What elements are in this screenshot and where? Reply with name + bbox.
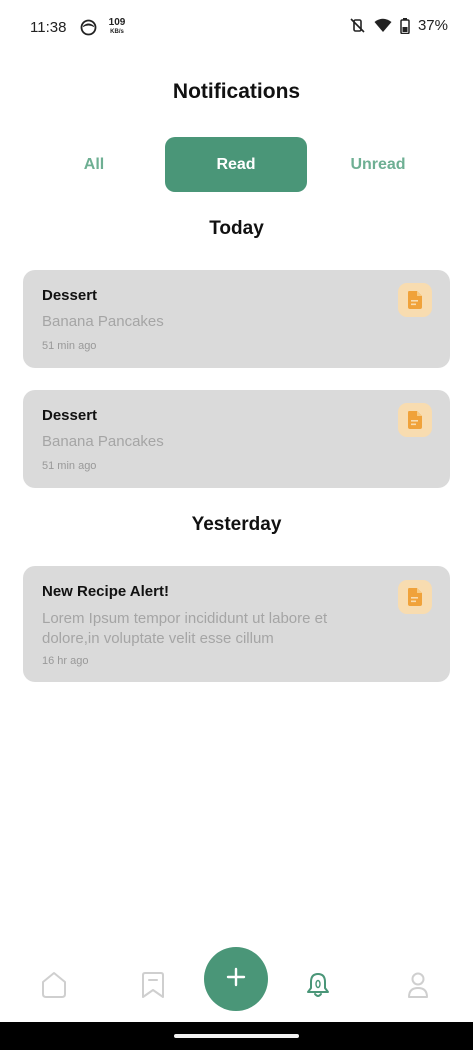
tab-read[interactable]: Read <box>165 137 307 192</box>
status-bar: 11:38 109 KB/s 37% <box>0 0 473 56</box>
add-icon <box>226 967 246 992</box>
notification-title: Dessert <box>42 287 98 304</box>
system-navigation-bar <box>0 1022 473 1050</box>
bottom-nav <box>0 940 473 1020</box>
notification-body: Banana Pancakes <box>42 433 164 450</box>
notification-title: New Recipe Alert! <box>42 583 169 600</box>
notification-time: 16 hr ago <box>42 655 89 667</box>
notification-body: Banana Pancakes <box>42 313 164 330</box>
notification-body: Lorem Ipsum tempor incididunt ut labore … <box>42 610 328 647</box>
page-title: Notifications <box>172 80 301 103</box>
notification-card[interactable]: New Recipe Alert! Lorem Ipsum tempor inc… <box>23 566 450 682</box>
bell-icon[interactable] <box>298 965 338 1005</box>
tab-unread[interactable]: Unread <box>307 137 449 192</box>
bookmark-icon[interactable] <box>133 965 173 1005</box>
tab-all[interactable]: All <box>24 137 164 192</box>
battery-percent: 37% <box>417 17 448 34</box>
document-icon <box>398 580 432 614</box>
wifi-icon <box>374 18 392 33</box>
status-time: 11:38 <box>30 19 67 36</box>
notification-title: Dessert <box>42 407 98 424</box>
notification-time: 51 min ago <box>42 460 97 472</box>
status-icons: 37% <box>349 17 448 34</box>
network-speed-value: 109 <box>108 17 126 28</box>
document-icon <box>398 283 432 317</box>
home-indicator[interactable] <box>174 1034 299 1038</box>
vibrate-off-icon <box>349 17 366 34</box>
app-notification-icon <box>80 19 97 36</box>
network-speed: 109 KB/s <box>105 17 129 36</box>
notification-time: 51 min ago <box>42 340 97 352</box>
battery-icon <box>400 17 410 34</box>
profile-icon[interactable] <box>398 965 438 1005</box>
notification-card[interactable]: Dessert Banana Pancakes 51 min ago <box>23 390 450 488</box>
document-icon <box>398 403 432 437</box>
add-button[interactable] <box>204 947 268 1011</box>
network-speed-unit: KB/s <box>110 29 124 35</box>
section-title-today: Today <box>209 218 264 239</box>
notification-card[interactable]: Dessert Banana Pancakes 51 min ago <box>23 270 450 368</box>
section-title-yesterday: Yesterday <box>191 514 282 535</box>
home-icon[interactable] <box>34 965 74 1005</box>
